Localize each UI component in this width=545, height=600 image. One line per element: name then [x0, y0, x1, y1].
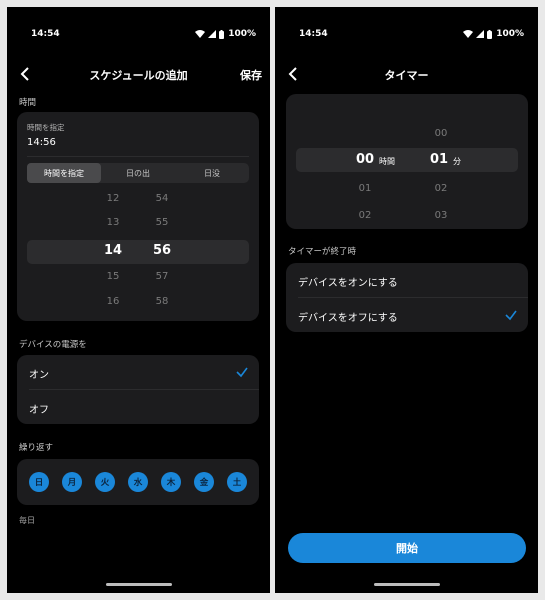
- save-button[interactable]: 保存: [240, 67, 262, 83]
- selection-band: [296, 148, 518, 172]
- hour-selected[interactable]: 14: [98, 243, 128, 258]
- minute-option[interactable]: 54: [147, 193, 177, 204]
- divider: [27, 156, 249, 157]
- time-card: 時間を指定 14:56 時間を指定 日の出 日没 12 13 14 15 16 …: [17, 112, 259, 321]
- selection-band: [27, 240, 249, 264]
- day-selector: 日 月 火 水 木 金 土: [29, 472, 247, 492]
- battery-percent: 100%: [496, 29, 524, 39]
- timer-picker-card: 00 00 時間 01 分 01 02 02 03: [286, 94, 528, 229]
- time-mode-segmented-control: 時間を指定 日の出 日没: [27, 163, 249, 183]
- minute-option[interactable]: 57: [147, 271, 177, 282]
- end-option-turn-off[interactable]: デバイスをオフにする: [286, 298, 528, 332]
- wifi-icon: [195, 30, 206, 38]
- battery-percent: 100%: [228, 29, 256, 39]
- timer-screen: 14:54 100% タイマー 00 00 時間 01 分 01 02 02 0…: [275, 7, 538, 593]
- minute-option[interactable]: 00: [426, 128, 456, 139]
- end-turn-off-label: デバイスをオフにする: [298, 313, 398, 324]
- minute-selected[interactable]: 56: [147, 243, 177, 258]
- repeat-section-label: 繰り返す: [19, 443, 54, 453]
- wifi-icon: [463, 30, 474, 38]
- time-value[interactable]: 14:56: [27, 137, 56, 148]
- status-time: 14:54: [31, 29, 60, 39]
- minute-unit-label: 分: [453, 157, 461, 166]
- status-bar: 14:54 100%: [275, 28, 538, 42]
- hour-option[interactable]: 15: [98, 271, 128, 282]
- day-saturday[interactable]: 土: [227, 472, 247, 492]
- hour-option[interactable]: 02: [350, 210, 380, 221]
- end-option-turn-on[interactable]: デバイスをオンにする: [286, 263, 528, 297]
- app-bar: スケジュールの追加 保存: [7, 59, 270, 89]
- home-indicator: [373, 583, 440, 586]
- schedule-screen: 14:54 100% スケジュールの追加 保存 時間 時間を指定 14:56 時…: [7, 7, 270, 593]
- home-indicator: [105, 583, 172, 586]
- power-off-label: オフ: [29, 405, 49, 416]
- timer-end-card: デバイスをオンにする デバイスをオフにする: [286, 263, 528, 332]
- hour-option[interactable]: 12: [98, 193, 128, 204]
- minute-option[interactable]: 58: [147, 296, 177, 307]
- end-turn-on-label: デバイスをオンにする: [298, 278, 398, 289]
- day-wednesday[interactable]: 水: [128, 472, 148, 492]
- app-bar: タイマー: [275, 59, 538, 89]
- segment-sunset[interactable]: 日没: [175, 163, 249, 183]
- power-card: オン オフ: [17, 355, 259, 424]
- day-thursday[interactable]: 木: [161, 472, 181, 492]
- hour-selected[interactable]: 00: [350, 152, 380, 167]
- minute-option[interactable]: 55: [147, 217, 177, 228]
- repeat-card: 日 月 火 水 木 金 土: [17, 459, 259, 505]
- repeat-summary: 毎日: [19, 516, 35, 525]
- hour-unit-label: 時間: [379, 157, 395, 166]
- power-section-label: デバイスの電源を: [19, 340, 87, 350]
- check-icon: [236, 367, 248, 378]
- page-title: タイマー: [384, 69, 429, 82]
- check-icon: [505, 310, 517, 321]
- day-monday[interactable]: 月: [62, 472, 82, 492]
- start-button[interactable]: 開始: [288, 533, 526, 563]
- battery-icon: [219, 29, 225, 39]
- page-title: スケジュールの追加: [89, 69, 188, 82]
- minute-selected[interactable]: 01: [424, 152, 454, 167]
- status-time: 14:54: [299, 29, 328, 39]
- day-sunday[interactable]: 日: [29, 472, 49, 492]
- specify-time-label: 時間を指定: [27, 123, 65, 132]
- status-bar: 14:54 100%: [7, 28, 270, 42]
- day-tuesday[interactable]: 火: [95, 472, 115, 492]
- minute-option[interactable]: 03: [426, 210, 456, 221]
- segment-sunrise[interactable]: 日の出: [101, 163, 175, 183]
- timer-end-section-label: タイマーが終了時: [288, 247, 357, 257]
- time-section-label: 時間: [19, 98, 37, 108]
- segment-specify-time[interactable]: 時間を指定: [27, 163, 101, 183]
- signal-icon: [476, 30, 485, 38]
- minute-option[interactable]: 02: [426, 183, 456, 194]
- power-option-off[interactable]: オフ: [17, 390, 259, 424]
- power-on-label: オン: [29, 370, 49, 381]
- battery-icon: [487, 29, 493, 39]
- hour-option[interactable]: 16: [98, 296, 128, 307]
- day-friday[interactable]: 金: [194, 472, 214, 492]
- power-option-on[interactable]: オン: [17, 355, 259, 389]
- hour-option[interactable]: 13: [98, 217, 128, 228]
- hour-option[interactable]: 01: [350, 183, 380, 194]
- signal-icon: [208, 30, 217, 38]
